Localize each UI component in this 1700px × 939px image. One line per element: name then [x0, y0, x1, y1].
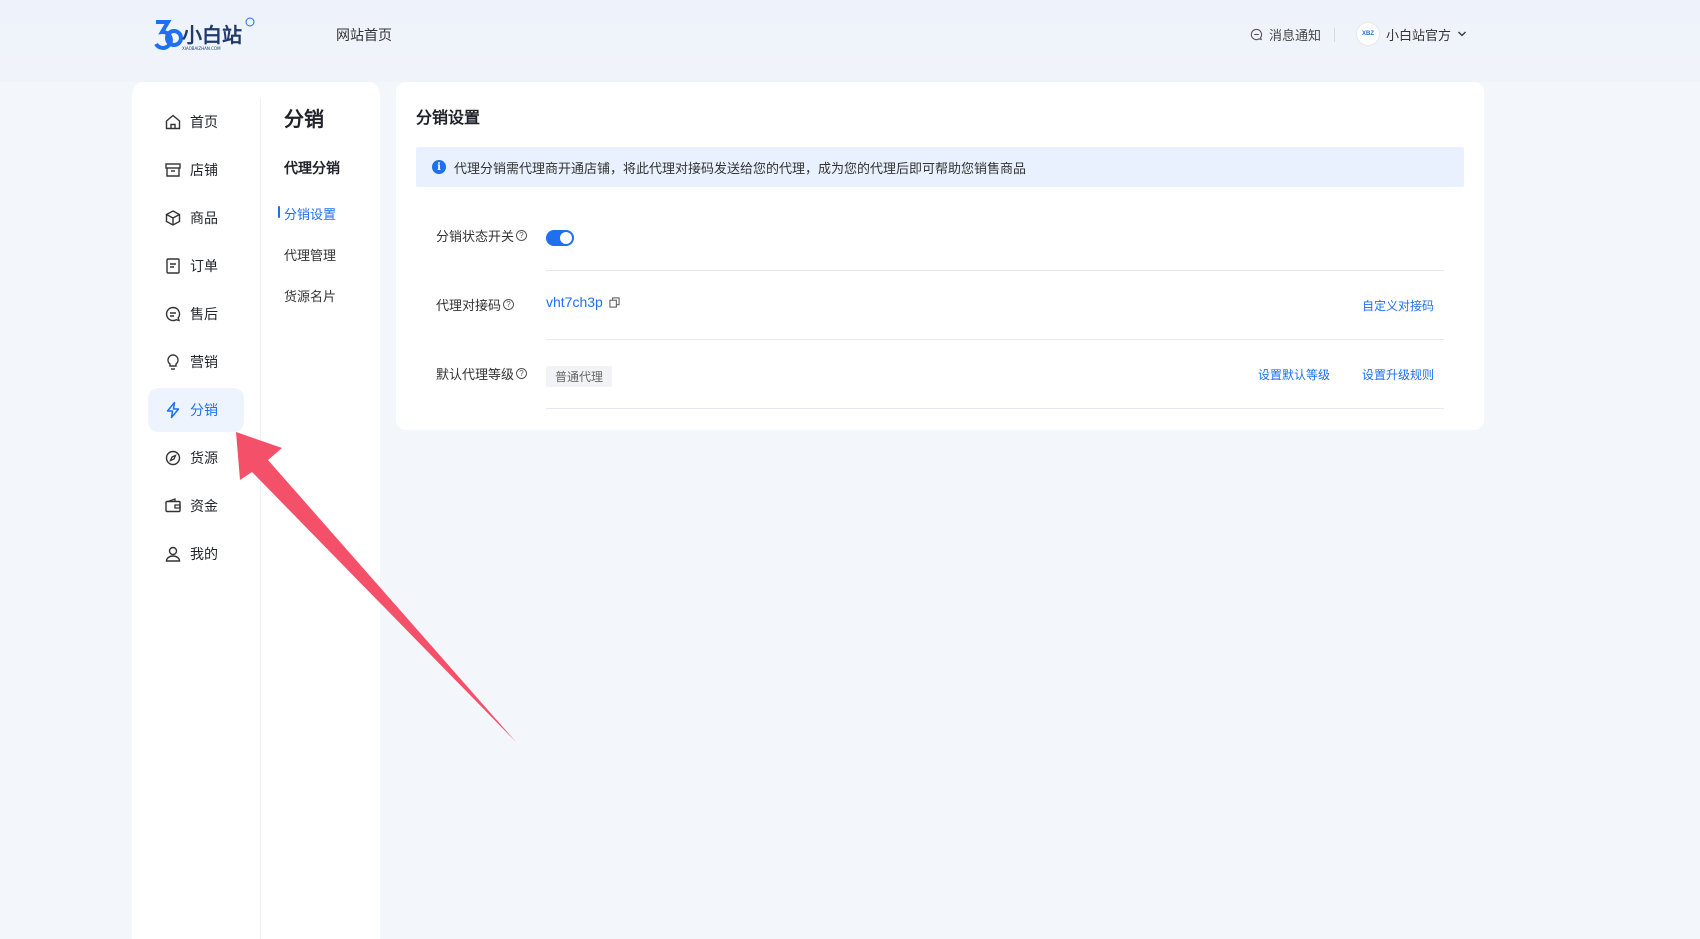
set-upgrade-rule-link[interactable]: 设置升级规则: [1362, 366, 1434, 383]
subnav-group-title: 代理分销: [284, 160, 340, 176]
compass-icon: [165, 450, 181, 466]
sidebar-item-marketing[interactable]: 营销: [148, 340, 244, 384]
distribution-status-toggle[interactable]: [546, 230, 574, 246]
subnav-item-distribution-settings[interactable]: 分销设置: [278, 204, 380, 223]
sidebar-item-home[interactable]: 首页: [148, 100, 244, 144]
status-label: 分销状态开关: [436, 229, 515, 244]
copy-icon[interactable]: [609, 296, 620, 308]
subnav-title: 分销: [284, 109, 324, 131]
level-row: 默认代理等级 ? 普通代理 设置默认等级 设置升级规则: [436, 340, 1444, 409]
order-icon: [166, 258, 180, 274]
subnav-item-supply-card[interactable]: 货源名片: [284, 286, 380, 305]
code-label: 代理对接码: [436, 298, 502, 313]
sidebar-item-label: 店铺: [190, 162, 218, 178]
logo-text: 小白站: [182, 23, 242, 47]
status-row: 分销状态开关 ?: [436, 202, 1444, 271]
home-icon: [165, 114, 181, 130]
header-divider: [1334, 28, 1335, 42]
sidebar: 首页 店铺 商品 订单 售后 营销 分销 货源 资金 我的 分销 代理分销 分销…: [132, 82, 380, 939]
custom-code-link[interactable]: 自定义对接码: [1362, 297, 1434, 314]
chat-icon: [165, 306, 181, 322]
notice-label: 消息通知: [1269, 28, 1322, 43]
code-label-wrap: 代理对接码 ?: [436, 295, 515, 314]
top-header: 小白站 XIAOBAIZHAN.COM 网站首页 消息通知 XBZ 小白站官方: [0, 0, 1700, 82]
bulb-icon: [167, 354, 179, 370]
set-default-level-link[interactable]: 设置默认等级: [1258, 366, 1330, 383]
level-label: 默认代理等级: [436, 367, 515, 382]
sidebar-item-store[interactable]: 店铺: [148, 148, 244, 192]
level-label-wrap: 默认代理等级 ?: [436, 364, 528, 383]
wallet-icon: [165, 498, 181, 513]
info-banner: i 代理分销需代理商开通店铺，将此代理对接码发送给您的代理，成为您的代理后即可帮…: [416, 147, 1464, 187]
site-home-link[interactable]: 网站首页: [336, 25, 392, 45]
sidebar-item-label: 营销: [190, 354, 218, 370]
subnav-item-agent-management[interactable]: 代理管理: [284, 245, 380, 264]
box-icon: [165, 210, 181, 226]
user-menu[interactable]: XBZ 小白站官方: [1356, 22, 1467, 46]
sidebar-item-label: 订单: [190, 258, 218, 274]
sidebar-item-goods[interactable]: 商品: [148, 196, 244, 240]
sidebar-item-orders[interactable]: 订单: [148, 244, 244, 288]
user-name: 小白站官方: [1386, 27, 1452, 43]
info-icon: i: [432, 160, 446, 174]
sidebar-item-funds[interactable]: 资金: [148, 484, 244, 528]
code-row: 代理对接码 ? vht7ch3p 自定义对接码: [436, 271, 1444, 340]
avatar: XBZ: [1356, 22, 1380, 46]
default-level-tag: 普通代理: [546, 366, 613, 387]
agent-code-value: vht7ch3p: [546, 294, 603, 310]
subnav-divider: [260, 98, 261, 939]
notice-button[interactable]: 消息通知: [1250, 25, 1321, 44]
sidebar-item-label: 首页: [190, 114, 218, 130]
help-icon[interactable]: ?: [503, 299, 515, 310]
sidebar-item-supply[interactable]: 货源: [148, 436, 244, 480]
store-icon: [165, 163, 181, 177]
row-divider: [546, 408, 1444, 409]
help-icon[interactable]: ?: [516, 368, 528, 379]
status-label-wrap: 分销状态开关 ?: [436, 226, 528, 245]
sidebar-item-label: 售后: [190, 306, 218, 322]
site-logo[interactable]: 小白站 XIAOBAIZHAN.COM: [152, 16, 260, 52]
agent-code: vht7ch3p: [546, 294, 620, 310]
sidebar-item-aftersale[interactable]: 售后: [148, 292, 244, 336]
sidebar-item-label: 分销: [190, 402, 218, 418]
sidebar-item-label: 商品: [190, 210, 218, 226]
message-icon: [1250, 28, 1263, 41]
bolt-icon: [166, 401, 180, 419]
distribution-settings-card: 分销设置 i 代理分销需代理商开通店铺，将此代理对接码发送给您的代理，成为您的代…: [396, 82, 1484, 430]
user-icon: [165, 546, 181, 562]
sidebar-item-label: 货源: [190, 450, 218, 466]
main-nav: 首页 店铺 商品 订单 售后 营销 分销 货源 资金 我的: [148, 100, 244, 580]
sub-nav: 分销 代理分销 分销设置 代理管理 货源名片: [278, 100, 380, 305]
sidebar-item-label: 资金: [190, 498, 218, 514]
help-icon[interactable]: ?: [516, 230, 528, 241]
sidebar-item-label: 我的: [190, 546, 218, 562]
logo-subtext: XIAOBAIZHAN.COM: [182, 46, 221, 51]
sidebar-item-mine[interactable]: 我的: [148, 532, 244, 576]
page-title: 分销设置: [416, 110, 481, 127]
sidebar-item-distribution[interactable]: 分销: [148, 388, 244, 432]
chevron-down-icon: [1458, 31, 1466, 37]
info-text: 代理分销需代理商开通店铺，将此代理对接码发送给您的代理，成为您的代理后即可帮助您…: [454, 160, 1027, 176]
